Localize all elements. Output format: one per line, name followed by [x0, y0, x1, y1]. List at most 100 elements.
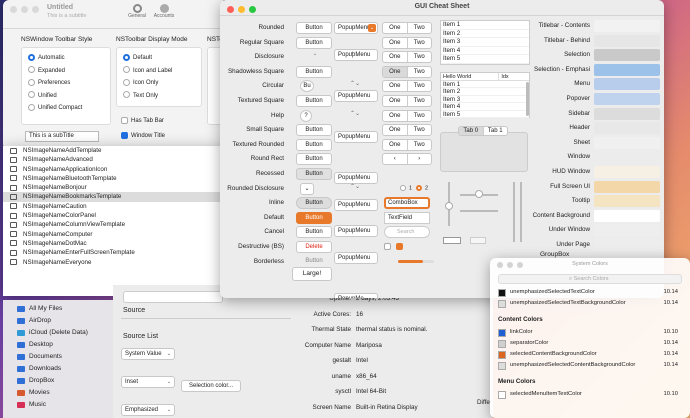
help-button[interactable]: ?: [300, 109, 312, 122]
segmented-control[interactable]: One Two: [382, 95, 432, 107]
radio-2[interactable]: 2: [416, 184, 428, 191]
zoom-button[interactable]: [32, 6, 39, 13]
list-item[interactable]: NSImageNameColumnViewTemplate: [3, 220, 228, 229]
radio-unified[interactable]: Unified: [28, 90, 104, 103]
popup-menu[interactable]: PopupMenu ⌄: [334, 22, 378, 34]
sidebar-item[interactable]: AirDrop: [3, 315, 113, 327]
list-item[interactable]: Item 3: [441, 38, 529, 47]
segment-one[interactable]: One: [383, 52, 408, 63]
list-item[interactable]: NSImageNameComputer: [3, 230, 228, 239]
list-item[interactable]: NSImageNameAdvanced: [3, 155, 228, 164]
segment-two[interactable]: Two: [408, 38, 432, 48]
segment-one[interactable]: One: [383, 23, 408, 33]
button[interactable]: Button: [296, 65, 332, 78]
source-popup[interactable]: [123, 291, 223, 303]
segment-one[interactable]: One: [383, 81, 408, 92]
list-item[interactable]: Item 1: [441, 21, 529, 30]
vertical-slider-3[interactable]: [520, 182, 522, 242]
segment-two[interactable]: Two: [408, 52, 432, 62]
list-item[interactable]: NSImageNameEveryone: [3, 258, 228, 267]
toolbar-item-general[interactable]: General: [125, 4, 149, 19]
rounded-disclosure-button[interactable]: ⌄: [300, 182, 314, 195]
stepper[interactable]: ⌃⌄: [350, 51, 360, 58]
disclosure-button[interactable]: ⌃: [300, 51, 330, 63]
list-item[interactable]: Item 5: [441, 55, 529, 64]
segment-two[interactable]: Two: [408, 125, 432, 135]
radio-automatic[interactable]: Automatic: [28, 52, 104, 65]
default-button[interactable]: Button: [296, 211, 332, 224]
radio-default[interactable]: Default: [123, 52, 195, 65]
list-item[interactable]: NSImageNameApplicationIcon: [3, 165, 228, 174]
list-item[interactable]: NSImageNameColorPanel: [3, 211, 228, 220]
borderless-button[interactable]: Button: [296, 258, 332, 264]
stepper[interactable]: ⌃⌄: [350, 183, 360, 190]
table-row[interactable]: Item 5: [441, 111, 529, 118]
item-list[interactable]: Item 1 Item 2 Item 3 Item 4 Item 5: [440, 20, 530, 65]
segmented-control[interactable]: One Two: [382, 109, 432, 122]
system-value-popup[interactable]: System Value ⌄: [121, 348, 175, 360]
circular-button[interactable]: Bu: [300, 80, 314, 93]
button[interactable]: Button: [296, 153, 332, 166]
segmented-control[interactable]: One Two: [382, 138, 432, 151]
selection-color-button[interactable]: Selection color...: [181, 380, 241, 392]
table-row[interactable]: Item 4: [441, 103, 529, 111]
table-header-hello[interactable]: Hello World: [441, 73, 500, 80]
sidebar-item[interactable]: Movies: [3, 387, 113, 399]
toolbar-item-accounts[interactable]: Accounts: [151, 4, 177, 19]
large-button[interactable]: Large!: [292, 266, 332, 281]
segmented-control[interactable]: ‹ ›: [382, 153, 432, 166]
segmented-control[interactable]: One Two: [382, 65, 432, 78]
stepper[interactable]: ⌃⌄: [350, 110, 360, 117]
minimize-button[interactable]: [21, 6, 28, 13]
list-item[interactable]: NSImageNameBonjour: [3, 183, 228, 192]
button[interactable]: Button: [296, 95, 332, 107]
radio-icon-only[interactable]: Icon Only: [123, 77, 195, 90]
delete-button[interactable]: Delete: [296, 241, 332, 253]
list-item[interactable]: NSImageNameBluetoothTemplate: [3, 174, 228, 183]
radio-1[interactable]: 1: [400, 184, 412, 191]
segmented-control[interactable]: One Two: [382, 51, 432, 64]
table-row[interactable]: Item 1: [441, 81, 529, 89]
segment-one[interactable]: ‹: [383, 154, 408, 165]
table-row[interactable]: Item 3: [441, 96, 529, 104]
segment-two[interactable]: Two: [408, 67, 432, 77]
checkbox[interactable]: [384, 243, 394, 250]
has-tab-bar-checkbox[interactable]: Has Tab Bar: [121, 117, 164, 124]
segment-two[interactable]: Two: [408, 111, 432, 121]
tab-control[interactable]: Tab 0 Tab 1: [458, 126, 508, 136]
segment-two[interactable]: Two: [408, 23, 432, 33]
segmented-control[interactable]: One Two: [382, 124, 432, 137]
hello-world-table[interactable]: Hello World Idx Item 1 Item 2 Item 3 Item 4…: [440, 72, 530, 118]
color-row[interactable]: linkColor 10.10: [496, 328, 684, 339]
list-item[interactable]: NSImageNameEnterFullScreenTemplate: [3, 248, 228, 257]
checkbox-checked[interactable]: [396, 243, 406, 250]
list-item[interactable]: NSImageNameCaution: [3, 202, 228, 211]
combobox[interactable]: ComboBox: [384, 197, 430, 210]
segment-one[interactable]: One: [383, 110, 408, 121]
segment-one[interactable]: One: [383, 139, 408, 150]
segment-one[interactable]: One: [383, 66, 408, 77]
tab-1[interactable]: Tab 1: [484, 127, 508, 135]
sidebar-item[interactable]: Desktop: [3, 339, 113, 351]
button[interactable]: Button: [296, 138, 332, 151]
list-item[interactable]: NSImageNameBookmarksTemplate: [3, 192, 228, 202]
list-item[interactable]: Item 2: [441, 30, 529, 39]
horizontal-slider-2[interactable]: [460, 210, 498, 212]
tab-0[interactable]: Tab 0: [459, 127, 484, 135]
segmented-control[interactable]: One Two: [382, 22, 432, 34]
popup-menu[interactable]: PopupMe: [334, 293, 378, 298]
popup-menu[interactable]: PopupMenu: [334, 225, 378, 238]
segment-one[interactable]: One: [383, 96, 408, 106]
segmented-control[interactable]: One Two: [382, 36, 432, 49]
slider-knob[interactable]: [445, 202, 453, 210]
vertical-slider-2[interactable]: [513, 182, 515, 242]
button[interactable]: Button: [296, 197, 332, 210]
color-row[interactable]: separatorColor 10.14: [496, 339, 684, 350]
radio-text-only[interactable]: Text Only: [123, 90, 195, 103]
sidebar-item[interactable]: Downloads: [3, 363, 113, 375]
segmented-control[interactable]: One Two: [382, 80, 432, 93]
color-row[interactable]: unemphasizedSelectedTextBackgroundColor 1…: [496, 299, 684, 310]
sidebar-item[interactable]: DropBox: [3, 375, 113, 387]
color-row[interactable]: selectedMenuItemTextColor 10.10: [496, 390, 684, 401]
search-colors-input[interactable]: ⌕ Search Colors: [498, 274, 682, 284]
